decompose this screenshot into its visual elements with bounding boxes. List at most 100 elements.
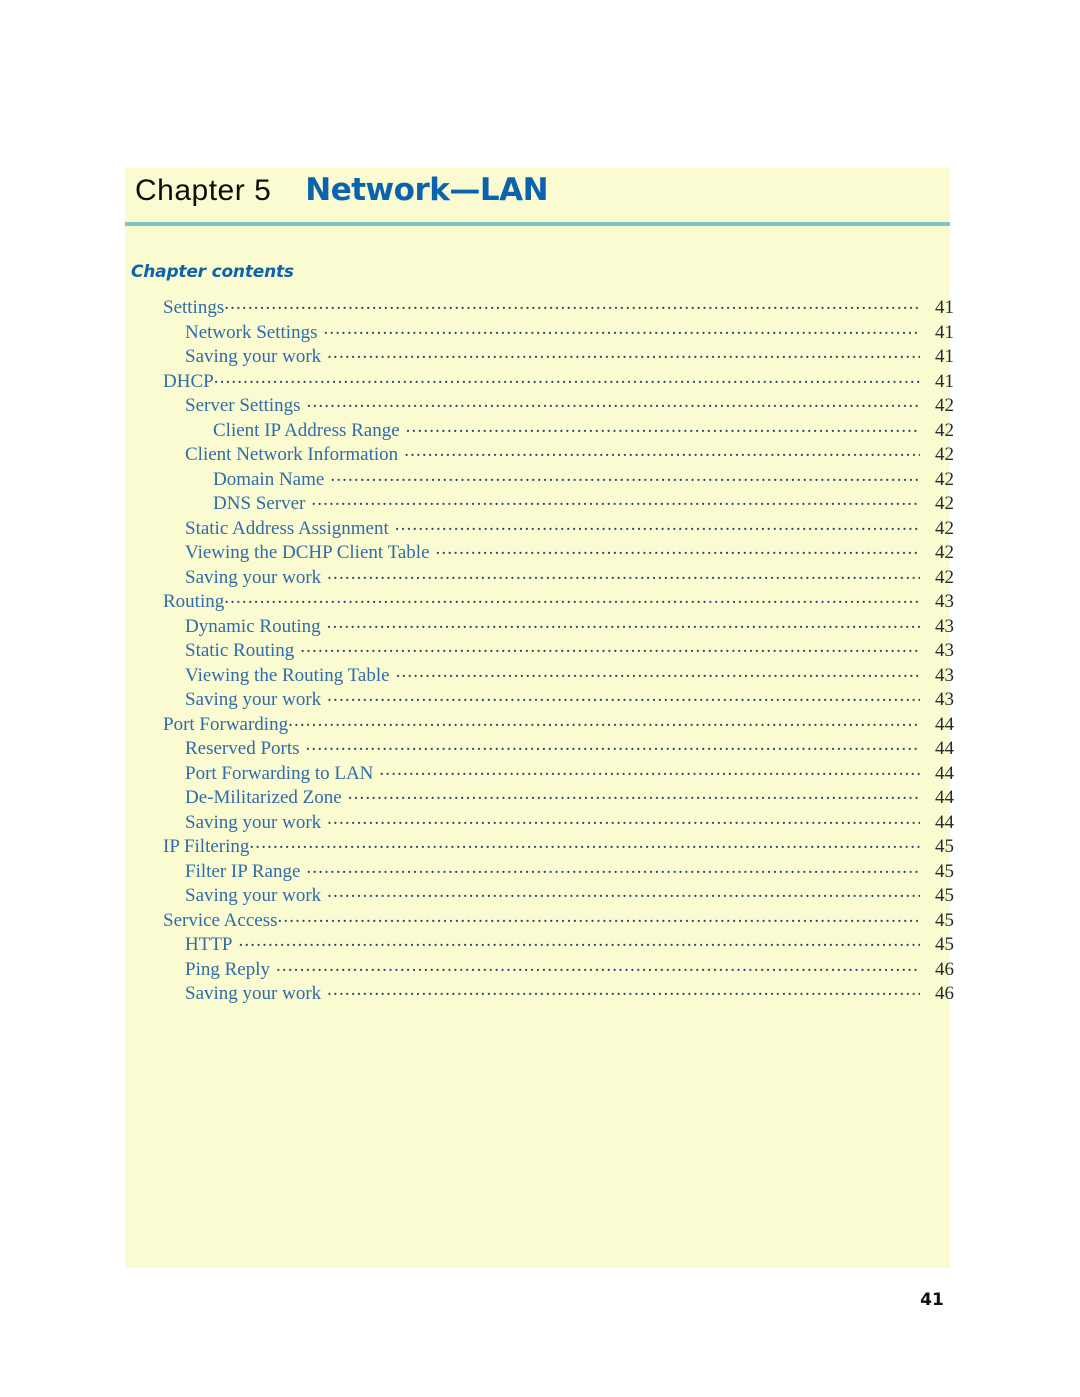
toc-leader-dots — [306, 735, 920, 754]
toc-entry-page: 45 — [935, 836, 954, 857]
toc-entry[interactable]: Settings 41 — [125, 294, 955, 319]
toc-entry-label: HTTP — [185, 934, 233, 955]
toc-entry-label: Network Settings — [185, 321, 318, 343]
toc-leader-dots — [327, 980, 920, 999]
toc-entry[interactable]: De-Militarized Zone 44 — [125, 784, 955, 809]
toc-entry-page: 44 — [935, 713, 954, 735]
toc-entry-label: Saving your work — [185, 983, 322, 1004]
toc-leader-dots — [249, 833, 920, 852]
toc-entry-label: De-Militarized Zone — [185, 787, 342, 808]
toc-leader-dots — [277, 907, 920, 926]
toc-leader-dots — [288, 711, 920, 730]
toc-entry-page: 46 — [935, 958, 954, 980]
toc-entry[interactable]: Domain Name 42 — [125, 466, 955, 491]
toc-leader-dots — [307, 392, 920, 411]
toc-entry-page: 46 — [935, 983, 954, 1004]
chapter-contents-heading: Chapter contents — [131, 262, 294, 282]
toc-entry-label: Domain Name — [213, 468, 325, 490]
toc-entry-page: 42 — [935, 419, 954, 441]
toc-leader-dots — [327, 882, 920, 901]
toc-leader-dots — [406, 417, 920, 436]
toc-entry[interactable]: Saving your work 43 — [125, 686, 955, 711]
toc-leader-dots — [311, 490, 920, 509]
toc-leader-dots — [300, 637, 920, 656]
table-of-contents: Settings41Network Settings41Saving your … — [125, 294, 955, 1005]
toc-entry[interactable]: Static Address Assignment 42 — [125, 515, 955, 540]
toc-entry-label: Port Forwarding to LAN — [185, 762, 374, 784]
document-page: { "colors": { "page_tint": "#fbfbd2", "t… — [0, 0, 1080, 1397]
toc-entry[interactable]: Saving your work 45 — [125, 882, 955, 907]
header-divider — [125, 222, 950, 226]
toc-entry[interactable]: Filter IP Range 45 — [125, 858, 955, 883]
toc-entry[interactable]: Saving your work 41 — [125, 343, 955, 368]
toc-entry[interactable]: Client Network Information 42 — [125, 441, 955, 466]
toc-entry-page: 43 — [935, 640, 954, 661]
toc-entry-label: Reserved Ports — [185, 738, 300, 759]
toc-entry[interactable]: HTTP 45 — [125, 931, 955, 956]
toc-leader-dots — [396, 662, 920, 681]
toc-entry[interactable]: Network Settings 41 — [125, 319, 955, 344]
toc-entry[interactable]: Saving your work 46 — [125, 980, 955, 1005]
toc-entry-page: 41 — [935, 321, 954, 343]
toc-entry[interactable]: DNS Server 42 — [125, 490, 955, 515]
toc-leader-dots — [276, 956, 920, 975]
toc-entry-page: 44 — [935, 787, 954, 808]
toc-entry-page: 44 — [935, 738, 954, 759]
toc-entry[interactable]: Static Routing 43 — [125, 637, 955, 662]
toc-entry-page: 42 — [935, 542, 954, 563]
toc-entry-page: 43 — [935, 591, 954, 612]
toc-entry-page: 42 — [935, 517, 954, 539]
toc-entry[interactable]: Saving your work 42 — [125, 564, 955, 589]
toc-entry-page: 43 — [935, 689, 954, 710]
toc-entry-label: Saving your work — [185, 566, 322, 588]
toc-entry-page: 41 — [935, 297, 954, 318]
toc-leader-dots — [348, 784, 920, 803]
toc-entry-label: DHCP — [163, 370, 214, 392]
toc-entry-label: Settings — [163, 297, 225, 318]
toc-entry[interactable]: Dynamic Routing 43 — [125, 613, 955, 638]
toc-leader-dots — [239, 931, 921, 950]
toc-entry-page: 43 — [935, 664, 954, 686]
toc-entry[interactable]: Reserved Ports 44 — [125, 735, 955, 760]
chapter-header: Chapter 5 Network—LAN — [135, 172, 950, 220]
toc-leader-dots — [327, 564, 920, 583]
toc-entry[interactable]: Port Forwarding 44 — [125, 711, 955, 736]
toc-entry[interactable]: Viewing the DCHP Client Table 42 — [125, 539, 955, 564]
chapter-number-label: Chapter 5 — [135, 174, 272, 207]
toc-entry-page: 42 — [935, 444, 954, 465]
chapter-page-block: Chapter 5 Network—LAN Chapter contents S… — [125, 168, 954, 1268]
toc-entry-page: 42 — [935, 468, 954, 490]
toc-entry-label: Server Settings — [185, 395, 301, 416]
toc-entry[interactable]: Viewing the Routing Table 43 — [125, 662, 955, 687]
toc-entry[interactable]: Ping Reply 46 — [125, 956, 955, 981]
toc-leader-dots — [214, 368, 920, 387]
toc-leader-dots — [327, 686, 920, 705]
toc-entry-label: Port Forwarding — [163, 713, 289, 735]
toc-entry[interactable]: DHCP 41 — [125, 368, 955, 393]
toc-entry[interactable]: Client IP Address Range 42 — [125, 417, 955, 442]
toc-entry[interactable]: Server Settings 42 — [125, 392, 955, 417]
toc-entry-label: Static Address Assignment — [185, 517, 389, 539]
toc-entry-label: Static Routing — [185, 640, 295, 661]
toc-entry-page: 45 — [935, 885, 954, 906]
toc-entry-label: Saving your work — [185, 885, 322, 906]
toc-leader-dots — [327, 809, 920, 828]
toc-entry[interactable]: Service Access 45 — [125, 907, 955, 932]
toc-entry[interactable]: Routing 43 — [125, 588, 955, 613]
toc-entry-page: 41 — [935, 370, 954, 392]
toc-entry-page: 42 — [935, 493, 954, 514]
toc-entry-label: Saving your work — [185, 346, 322, 367]
toc-entry[interactable]: Saving your work 44 — [125, 809, 955, 834]
toc-entry-label: IP Filtering — [163, 836, 250, 857]
toc-entry[interactable]: IP Filtering 45 — [125, 833, 955, 858]
toc-entry-page: 44 — [935, 762, 954, 784]
toc-entry-label: Ping Reply — [185, 958, 270, 980]
toc-leader-dots — [330, 466, 920, 485]
toc-entry-label: Saving your work — [185, 811, 322, 833]
toc-entry-page: 42 — [935, 395, 954, 416]
toc-entry[interactable]: Port Forwarding to LAN 44 — [125, 760, 955, 785]
toc-entry-page: 42 — [935, 566, 954, 588]
toc-entry-label: Viewing the DCHP Client Table — [185, 542, 430, 563]
toc-leader-dots — [404, 441, 920, 460]
toc-entry-label: Service Access — [163, 909, 278, 931]
